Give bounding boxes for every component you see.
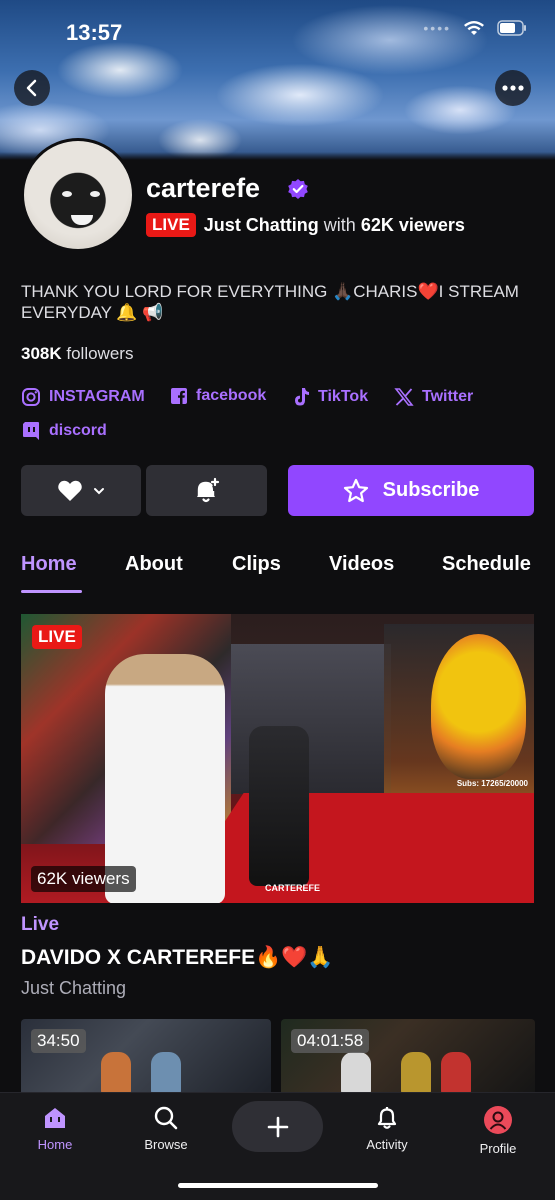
active-tab-indicator xyxy=(21,590,82,593)
chevron-left-icon xyxy=(26,79,37,97)
facebook-icon xyxy=(171,388,187,404)
thumbnail-figure xyxy=(341,1052,371,1092)
nav-label: Home xyxy=(37,1137,73,1152)
verified-badge-icon xyxy=(288,179,308,199)
more-options-button[interactable] xyxy=(495,70,531,106)
channel-bio: THANK YOU LORD FOR EVERYTHING 🙏🏿CHARIS❤️… xyxy=(21,282,519,322)
tiktok-icon xyxy=(295,388,309,406)
search-icon xyxy=(154,1106,178,1130)
follow-button[interactable] xyxy=(21,465,141,516)
battery-icon xyxy=(497,20,526,36)
notifications-button[interactable] xyxy=(146,465,267,516)
social-link-twitter[interactable]: Twitter xyxy=(394,387,473,407)
stream-title[interactable]: DAVIDO X CARTEREFE🔥❤️🙏 xyxy=(21,946,334,970)
chevron-down-icon xyxy=(94,487,104,494)
social-link-discord[interactable]: discord xyxy=(21,421,107,441)
create-button[interactable] xyxy=(232,1101,323,1152)
social-label: Twitter xyxy=(422,388,474,405)
bell-plus-icon xyxy=(196,477,219,502)
subs-overlay: Subs: 17265/20000 xyxy=(456,779,528,788)
followers-number: 308K xyxy=(21,344,62,363)
followers-label: followers xyxy=(66,344,134,363)
video-duration: 34:50 xyxy=(31,1029,86,1053)
plus-icon xyxy=(267,1116,288,1137)
back-button[interactable] xyxy=(14,70,50,106)
video-thumbnail[interactable]: 34:50 xyxy=(21,1019,271,1092)
portrait-mural xyxy=(431,634,526,779)
viewer-count: 62K viewers xyxy=(360,214,465,235)
wifi-icon xyxy=(464,21,484,35)
social-link-instagram[interactable]: INSTAGRAM xyxy=(21,387,145,407)
channel-avatar[interactable] xyxy=(21,138,135,252)
nav-profile[interactable]: Profile xyxy=(458,1105,538,1156)
profile-avatar-icon xyxy=(484,1106,512,1134)
tab-home[interactable]: Home xyxy=(21,553,77,576)
channel-watermark: CARTEREFE xyxy=(265,883,321,893)
live-badge: LIVE xyxy=(146,213,196,237)
instagram-icon xyxy=(22,388,40,406)
tab-about[interactable]: About xyxy=(125,553,183,576)
live-section-label: Live xyxy=(21,914,60,935)
x-icon xyxy=(394,388,414,406)
tab-videos[interactable]: Videos xyxy=(329,553,394,576)
more-horizontal-icon xyxy=(502,85,524,91)
live-badge: LIVE xyxy=(32,625,82,649)
avatar-smile xyxy=(71,215,93,225)
heart-icon xyxy=(58,480,82,501)
home-indicator xyxy=(178,1183,378,1188)
social-label: discord xyxy=(49,422,107,439)
with-text: with xyxy=(323,214,356,235)
subscribe-button[interactable]: Subscribe xyxy=(288,465,534,516)
thumbnail-figure xyxy=(151,1052,181,1092)
office-chair xyxy=(249,726,309,886)
signal-icon: •••• xyxy=(423,20,451,36)
nav-label: Activity xyxy=(366,1137,408,1152)
avatar-eye xyxy=(62,191,72,197)
social-link-facebook[interactable]: facebook xyxy=(170,387,266,405)
live-status-line: LIVE Just Chatting with 62K viewers xyxy=(146,213,465,237)
social-label: facebook xyxy=(196,387,267,404)
bottom-navigation: Home Browse Activity Profile xyxy=(0,1092,555,1200)
nav-label: Browse xyxy=(144,1137,188,1152)
social-label: TikTok xyxy=(318,388,369,405)
viewer-count-overlay: 62K viewers xyxy=(31,866,136,892)
thumbnail-figure xyxy=(101,1052,131,1092)
nav-activity[interactable]: Activity xyxy=(347,1105,427,1152)
followers-count: 308K followers xyxy=(21,344,133,364)
nav-home[interactable]: Home xyxy=(15,1105,95,1152)
live-stream-preview[interactable]: LIVE Subs: 17265/20000 CARTEREFE 62K vie… xyxy=(21,614,534,903)
channel-username: carterefe xyxy=(146,173,261,203)
thumbnail-figure xyxy=(401,1052,431,1092)
video-thumbnail[interactable]: 04:01:58 xyxy=(281,1019,535,1092)
nav-label: Profile xyxy=(479,1141,517,1156)
tab-clips[interactable]: Clips xyxy=(232,553,281,576)
channel-tabs: Home About Clips Videos Schedule xyxy=(0,548,555,594)
tab-schedule[interactable]: Schedule xyxy=(442,553,531,576)
bell-icon xyxy=(377,1107,397,1129)
subscribe-label: Subscribe xyxy=(382,479,480,501)
stream-category[interactable]: Just Chatting xyxy=(21,978,126,999)
stream-category-link[interactable]: Just Chatting xyxy=(204,215,319,236)
social-label: INSTAGRAM xyxy=(49,388,145,405)
discord-icon xyxy=(23,422,39,440)
home-icon xyxy=(45,1108,65,1128)
social-link-tiktok[interactable]: TikTok xyxy=(292,387,368,407)
star-icon xyxy=(343,478,368,502)
avatar-eye xyxy=(90,191,100,197)
status-icons: •••• xyxy=(423,20,527,36)
thumbnail-figure xyxy=(441,1052,471,1092)
status-time: 13:57 xyxy=(66,20,123,45)
nav-browse[interactable]: Browse xyxy=(126,1105,206,1152)
video-duration: 04:01:58 xyxy=(291,1029,370,1053)
